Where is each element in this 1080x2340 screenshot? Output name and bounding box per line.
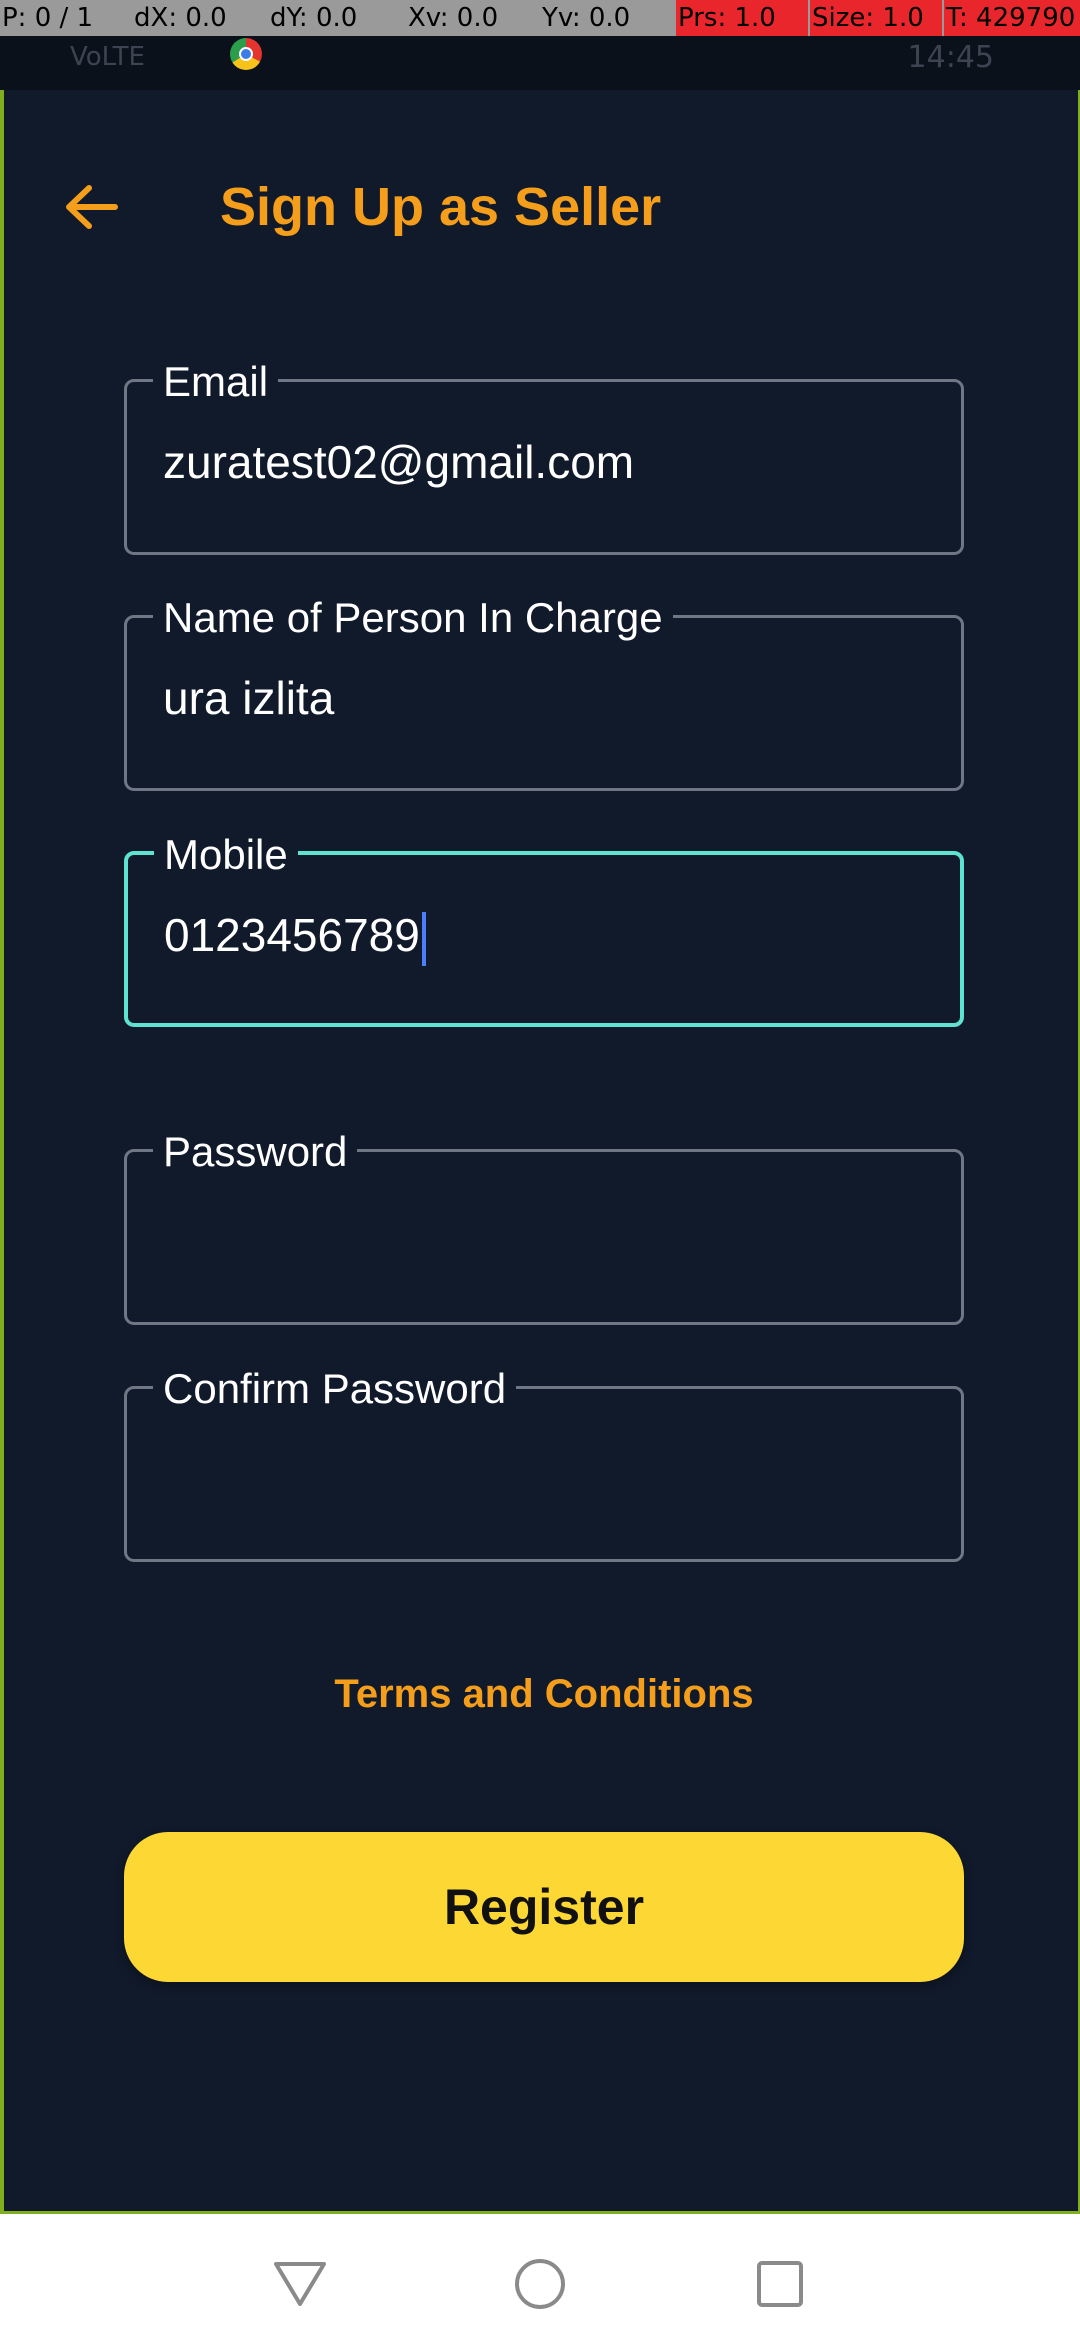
password-label: Password: [153, 1126, 358, 1178]
back-button[interactable]: [56, 172, 126, 242]
person-in-charge-label: Name of Person In Charge: [153, 592, 673, 644]
navigation-bar: [0, 2214, 1080, 2340]
status-time: 14:45: [907, 40, 994, 75]
debug-dx: dX: 0.0: [134, 3, 227, 33]
email-value: zuratest02@gmail.com: [163, 436, 635, 488]
chrome-notification-icon: [230, 38, 262, 70]
confirm-password-field[interactable]: Confirm Password: [124, 1363, 964, 1562]
register-button[interactable]: Register: [124, 1832, 964, 1982]
debug-pressure: Prs: 1.0: [676, 0, 808, 36]
page-title: Sign Up as Seller: [220, 177, 662, 237]
mobile-field[interactable]: Mobile 0123456789: [124, 829, 964, 1027]
mobile-input-wrap: 0123456789: [164, 907, 426, 966]
debug-time: T: 429790: [944, 0, 1080, 36]
debug-xv: Xv: 0.0: [408, 3, 499, 33]
debug-size: Size: 1.0: [810, 0, 942, 36]
debug-pointer: P: 0 / 1: [2, 3, 94, 33]
triangle-back-icon[interactable]: [270, 2254, 330, 2314]
password-field[interactable]: Password: [124, 1126, 964, 1325]
mobile-label: Mobile: [154, 829, 298, 881]
email-field[interactable]: Email zuratest02@gmail.com: [124, 356, 964, 555]
confirm-password-label: Confirm Password: [153, 1363, 517, 1415]
debug-yv: Yv: 0.0: [542, 3, 631, 33]
pointer-debug-overlay: P: 0 / 1 dX: 0.0 dY: 0.0 Xv: 0.0 Yv: 0.0…: [0, 0, 1080, 36]
debug-dy: dY: 0.0: [270, 3, 358, 33]
person-in-charge-value: ura izlita: [163, 672, 335, 724]
square-recents-icon[interactable]: [750, 2254, 810, 2314]
person-in-charge-field[interactable]: Name of Person In Charge ura izlita: [124, 592, 964, 791]
terms-and-conditions-link[interactable]: Terms and Conditions: [4, 1672, 1080, 1717]
email-label: Email: [153, 356, 279, 408]
status-bar: VoLTE 14:45: [0, 36, 1080, 90]
text-cursor: [421, 911, 426, 966]
mobile-value: 0123456789: [164, 909, 420, 961]
network-status: VoLTE: [70, 42, 145, 72]
circle-home-icon[interactable]: [510, 2254, 570, 2314]
signup-screen: Sign Up as Seller Email zuratest02@gmail…: [0, 36, 1080, 2214]
arrow-left-icon: [66, 185, 118, 229]
